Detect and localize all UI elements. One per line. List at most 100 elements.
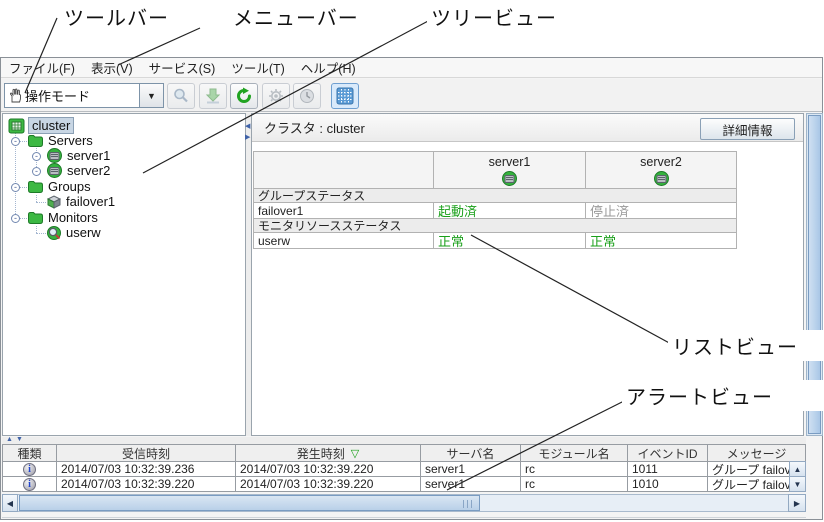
search-button[interactable] [167,83,195,109]
menu-bar: ファイル(F) 表示(V) サービス(S) ツール(T) ヘルプ(H) [1,58,822,78]
gear-icon [267,87,285,105]
detail-info-button[interactable]: 詳細情報 [700,118,795,140]
tree-node-servers[interactable]: Servers [27,133,93,148]
folder-icon [27,179,44,194]
scroll-left-icon: ◀ [7,499,13,508]
tree-node-monitors[interactable]: Monitors [27,210,98,225]
sort-desc-icon: ▽ [351,447,359,460]
tree-connector [19,218,27,219]
scroll-up-icon: ▲ [794,465,802,474]
status-cell-userw-server2: 正常 [585,232,737,249]
tree-node-label: Groups [48,179,91,194]
menu-file[interactable]: ファイル(F) [1,58,83,77]
tree-node-label: server1 [67,148,110,163]
server-icon [653,171,670,186]
alert-row-eventid: 1011 [627,461,708,477]
refresh-icon [235,87,253,105]
tree-expand-handle[interactable]: - [32,167,41,176]
alert-scroll-down-button[interactable]: ▼ [789,476,806,492]
splitter-down-icon[interactable]: ▼ [16,436,23,443]
window-bottom-edge [2,517,806,518]
combo-dropdown-button[interactable]: ▼ [139,84,163,107]
time-info-button[interactable] [293,83,321,109]
tree-node-failover1[interactable]: failover1 [46,194,115,209]
tree-connector [36,195,37,202]
status-cell-failover1-server2: 停止済 [585,202,737,219]
tree-connector [36,233,46,234]
folder-icon [27,210,44,225]
menu-service[interactable]: サービス(S) [141,58,224,77]
reload-button[interactable] [230,83,258,109]
alert-scroll-up-button[interactable]: ▲ [789,461,806,477]
alert-row-module: rc [520,476,628,492]
alert-col-module[interactable]: モジュール名 [520,444,628,462]
menu-view[interactable]: 表示(V) [83,58,141,77]
info-icon: i [23,478,36,491]
options-button[interactable] [262,83,290,109]
alert-horizontal-scrollbar[interactable] [2,494,806,512]
alert-col-occurred[interactable]: 発生時刻 ▽ [235,444,421,462]
group-icon [46,194,62,209]
alert-row-type: i [2,461,57,477]
menu-help[interactable]: ヘルプ(H) [293,58,364,77]
scrollbar-thumb[interactable] [19,495,480,511]
menu-tool[interactable]: ツール(T) [223,58,292,77]
annotation-alertview: アラートビュー [622,380,824,411]
tree-node-label: userw [66,225,101,240]
splitter-expand-right-icon[interactable]: ▶ [245,134,250,141]
operation-mode-combobox[interactable]: 操作モード ▼ [4,83,164,108]
alert-col-server[interactable]: サーバ名 [420,444,521,462]
tree-node-userw[interactable]: userw [46,225,101,240]
tree-view: cluster - Servers - server1 - server2 - … [2,113,246,436]
operation-mode-value: 操作モード [23,86,139,105]
download-arrow-icon [204,87,222,105]
hand-icon [8,88,23,103]
tree-expand-handle[interactable]: - [11,214,20,223]
status-row-name: userw [253,232,434,249]
tree-node-server2[interactable]: server2 [46,163,110,178]
splitter-collapse-left-icon[interactable]: ◀ [245,123,250,130]
status-cell-userw-server1: 正常 [433,232,586,249]
info-icon: i [23,463,36,476]
figure-canvas: { "annotations": { "toolbar": "ツールバー", "… [0,0,824,522]
alert-col-message[interactable]: メッセージ [707,444,806,462]
tree-connector [36,202,46,203]
server-icon [501,171,518,186]
alert-row-received: 2014/07/03 10:32:39.236 [56,461,236,477]
alert-row-occurred: 2014/07/03 10:32:39.220 [235,461,421,477]
scroll-right-button[interactable]: ▶ [788,494,806,512]
tree-node-label: Servers [48,133,93,148]
tree-expand-handle[interactable]: - [11,183,20,192]
status-table-header-server2: server2 [585,151,737,189]
list-view-titlebar: クラスタ : cluster 詳細情報 [252,114,803,142]
list-view-title: クラスタ : cluster [252,118,365,137]
tree-node-cluster[interactable]: cluster [8,117,74,134]
server-icon [46,148,63,163]
tree-expand-handle[interactable]: - [32,152,41,161]
status-table-header-server1: server1 [433,151,586,189]
scroll-right-icon: ▶ [794,499,800,508]
alert-col-eventid[interactable]: イベントID [627,444,708,462]
scroll-left-button[interactable]: ◀ [2,494,18,512]
alert-col-received[interactable]: 受信時刻 [56,444,236,462]
tree-node-server1[interactable]: server1 [46,148,110,163]
scroll-down-icon: ▼ [794,480,802,489]
alert-view-splitter[interactable]: ▲ ▼ [2,437,806,444]
server-column-label: server1 [489,155,531,169]
server-column-label: server2 [640,155,682,169]
status-row-name: failover1 [253,202,434,219]
clock-icon [298,87,316,105]
tree-node-groups[interactable]: Groups [27,179,91,194]
tree-node-label: server2 [67,163,110,178]
integrated-manager-button[interactable] [331,83,359,109]
alert-col-type[interactable]: 種類 [2,444,57,462]
tree-connector [19,141,27,142]
magnifier-icon [172,87,190,105]
annotation-listview: リストビュー [668,330,824,361]
splitter-up-icon[interactable]: ▲ [6,436,13,443]
alert-row-received: 2014/07/03 10:32:39.220 [56,476,236,492]
collect-logs-button[interactable] [199,83,227,109]
folder-icon [27,133,44,148]
tree-expand-handle[interactable]: - [11,137,20,146]
alert-row-occurred: 2014/07/03 10:32:39.220 [235,476,421,492]
